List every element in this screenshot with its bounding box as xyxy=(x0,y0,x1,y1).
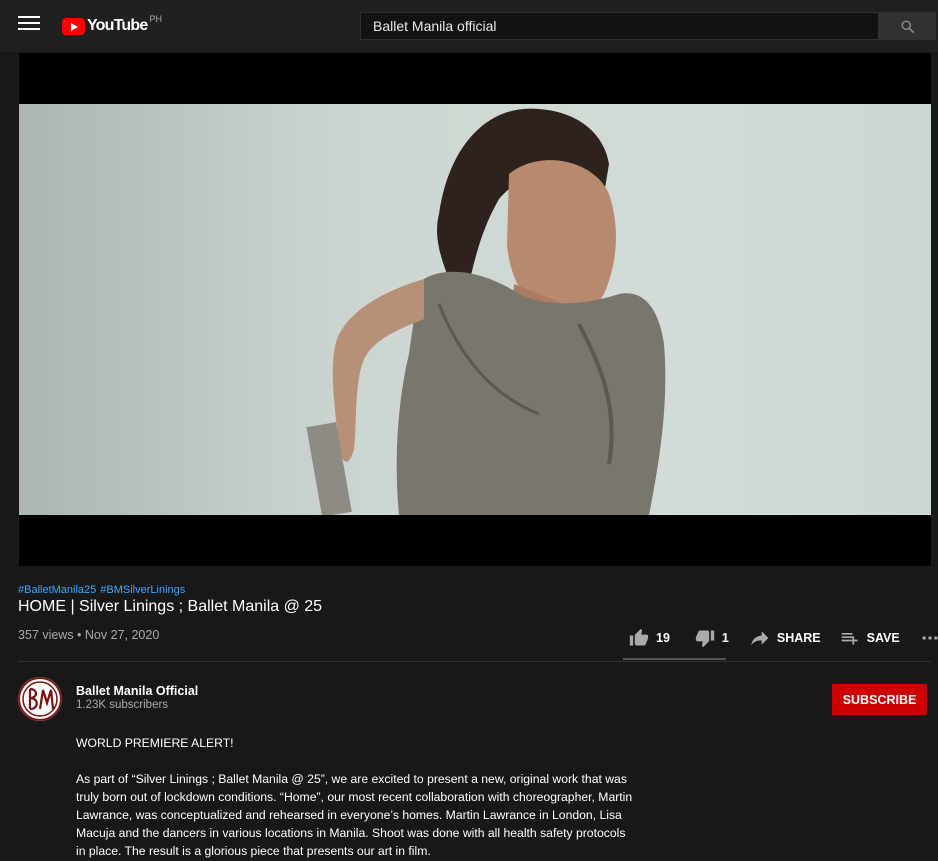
like-button[interactable]: 19 xyxy=(628,628,670,648)
ballet-manila-logo xyxy=(18,677,62,721)
video-description: WORLD PREMIERE ALERT! As part of “Silver… xyxy=(76,734,636,861)
video-frame xyxy=(19,104,931,515)
top-bar: YouTube PH Ballet Manila official xyxy=(0,0,938,52)
more-actions-button[interactable] xyxy=(920,628,938,648)
logo-text: YouTube xyxy=(87,17,148,34)
search-input[interactable]: Ballet Manila official xyxy=(360,12,879,40)
search-icon xyxy=(900,19,914,33)
view-count-date: 357 views • Nov 27, 2020 xyxy=(18,628,160,642)
search-button[interactable] xyxy=(878,12,936,40)
thumbs-up-icon xyxy=(629,628,649,646)
save-label: SAVE xyxy=(866,631,900,645)
hashtag-link[interactable]: #BMSilverLinings xyxy=(100,584,185,596)
share-button[interactable]: SHARE xyxy=(749,628,821,648)
youtube-logo[interactable]: YouTube PH xyxy=(62,14,162,38)
playlist-add-icon xyxy=(841,633,858,645)
thumbs-down-icon xyxy=(695,630,715,648)
video-actions: 19 1 SHARE SAVE xyxy=(628,626,938,650)
hashtags: #BalletManila25 #BMSilverLinings xyxy=(18,584,189,596)
save-button[interactable]: SAVE xyxy=(839,628,900,648)
share-label: SHARE xyxy=(776,631,821,645)
hashtag-link[interactable]: #BalletManila25 xyxy=(18,584,96,596)
video-still-image xyxy=(306,108,666,515)
subscriber-count: 1.23K subscribers xyxy=(76,699,169,711)
like-count: 19 xyxy=(656,631,670,645)
hamburger-menu-icon[interactable] xyxy=(18,16,40,36)
dislike-button[interactable]: 1 xyxy=(694,628,729,648)
youtube-play-icon xyxy=(62,18,85,35)
channel-avatar[interactable] xyxy=(18,677,62,721)
like-dislike-ratio-bar xyxy=(623,658,726,660)
dislike-count: 1 xyxy=(721,631,729,645)
divider xyxy=(18,661,931,662)
description-heading: WORLD PREMIERE ALERT! xyxy=(76,736,234,750)
video-title: HOME | Silver Linings ; Ballet Manila @ … xyxy=(18,598,323,615)
channel-name[interactable]: Ballet Manila Official xyxy=(76,684,198,698)
more-horiz-icon xyxy=(922,636,938,640)
description-paragraph: As part of “Silver Linings ; Ballet Mani… xyxy=(76,772,633,858)
subscribe-button[interactable]: SUBSCRIBE xyxy=(832,684,927,715)
share-arrow-icon xyxy=(751,631,769,646)
region-code: PH xyxy=(149,14,162,24)
video-player[interactable] xyxy=(19,53,931,566)
